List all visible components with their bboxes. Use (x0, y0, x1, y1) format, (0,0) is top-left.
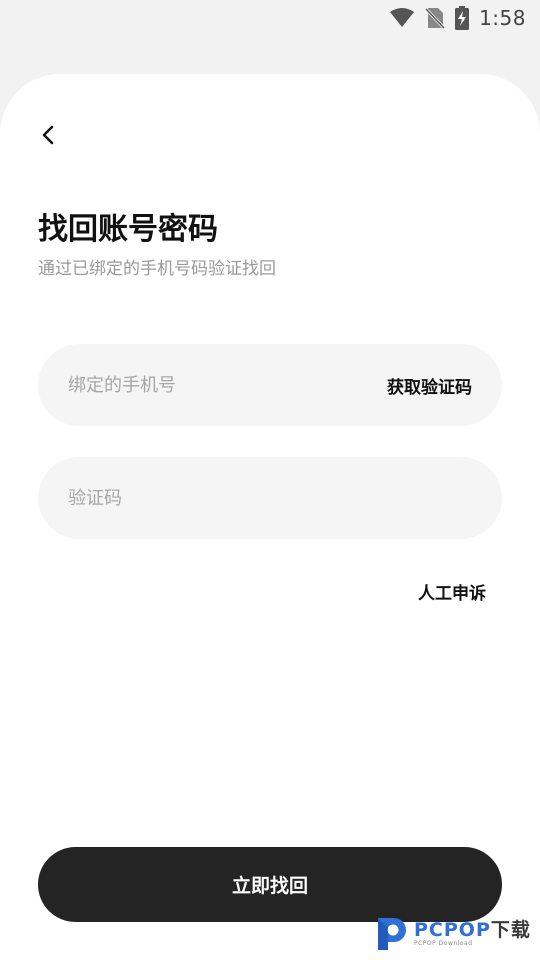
status-bar: 1:58 (0, 0, 540, 36)
phone-input[interactable] (38, 344, 387, 426)
battery-charging-icon (455, 6, 470, 30)
back-button[interactable] (36, 121, 60, 149)
get-code-button[interactable]: 获取验证码 (387, 373, 502, 398)
watermark-suffix: 下载 (490, 918, 531, 941)
watermark-text: PCPOP下载 PCPOP Download (414, 920, 531, 947)
watermark: PCPOP下载 PCPOP Download (374, 911, 540, 955)
code-field (38, 457, 502, 539)
chevron-left-icon (42, 125, 54, 145)
watermark-title: PCPOP下载 (414, 920, 531, 940)
status-time: 1:58 (479, 6, 526, 30)
watermark-sub: PCPOP Download (414, 939, 473, 947)
wifi-icon (390, 8, 415, 27)
page-subtitle: 通过已绑定的手机号码验证找回 (38, 259, 276, 279)
status-icons: 1:58 (389, 6, 526, 30)
manual-appeal-link[interactable]: 人工申诉 (418, 579, 486, 604)
watermark-brand: PCPOP (414, 918, 491, 941)
pcpop-logo-icon (378, 918, 406, 950)
page-title: 找回账号密码 (38, 212, 218, 247)
phone-field: 获取验证码 (38, 344, 502, 426)
no-sim-icon (425, 7, 446, 29)
verification-code-input[interactable] (38, 457, 502, 539)
